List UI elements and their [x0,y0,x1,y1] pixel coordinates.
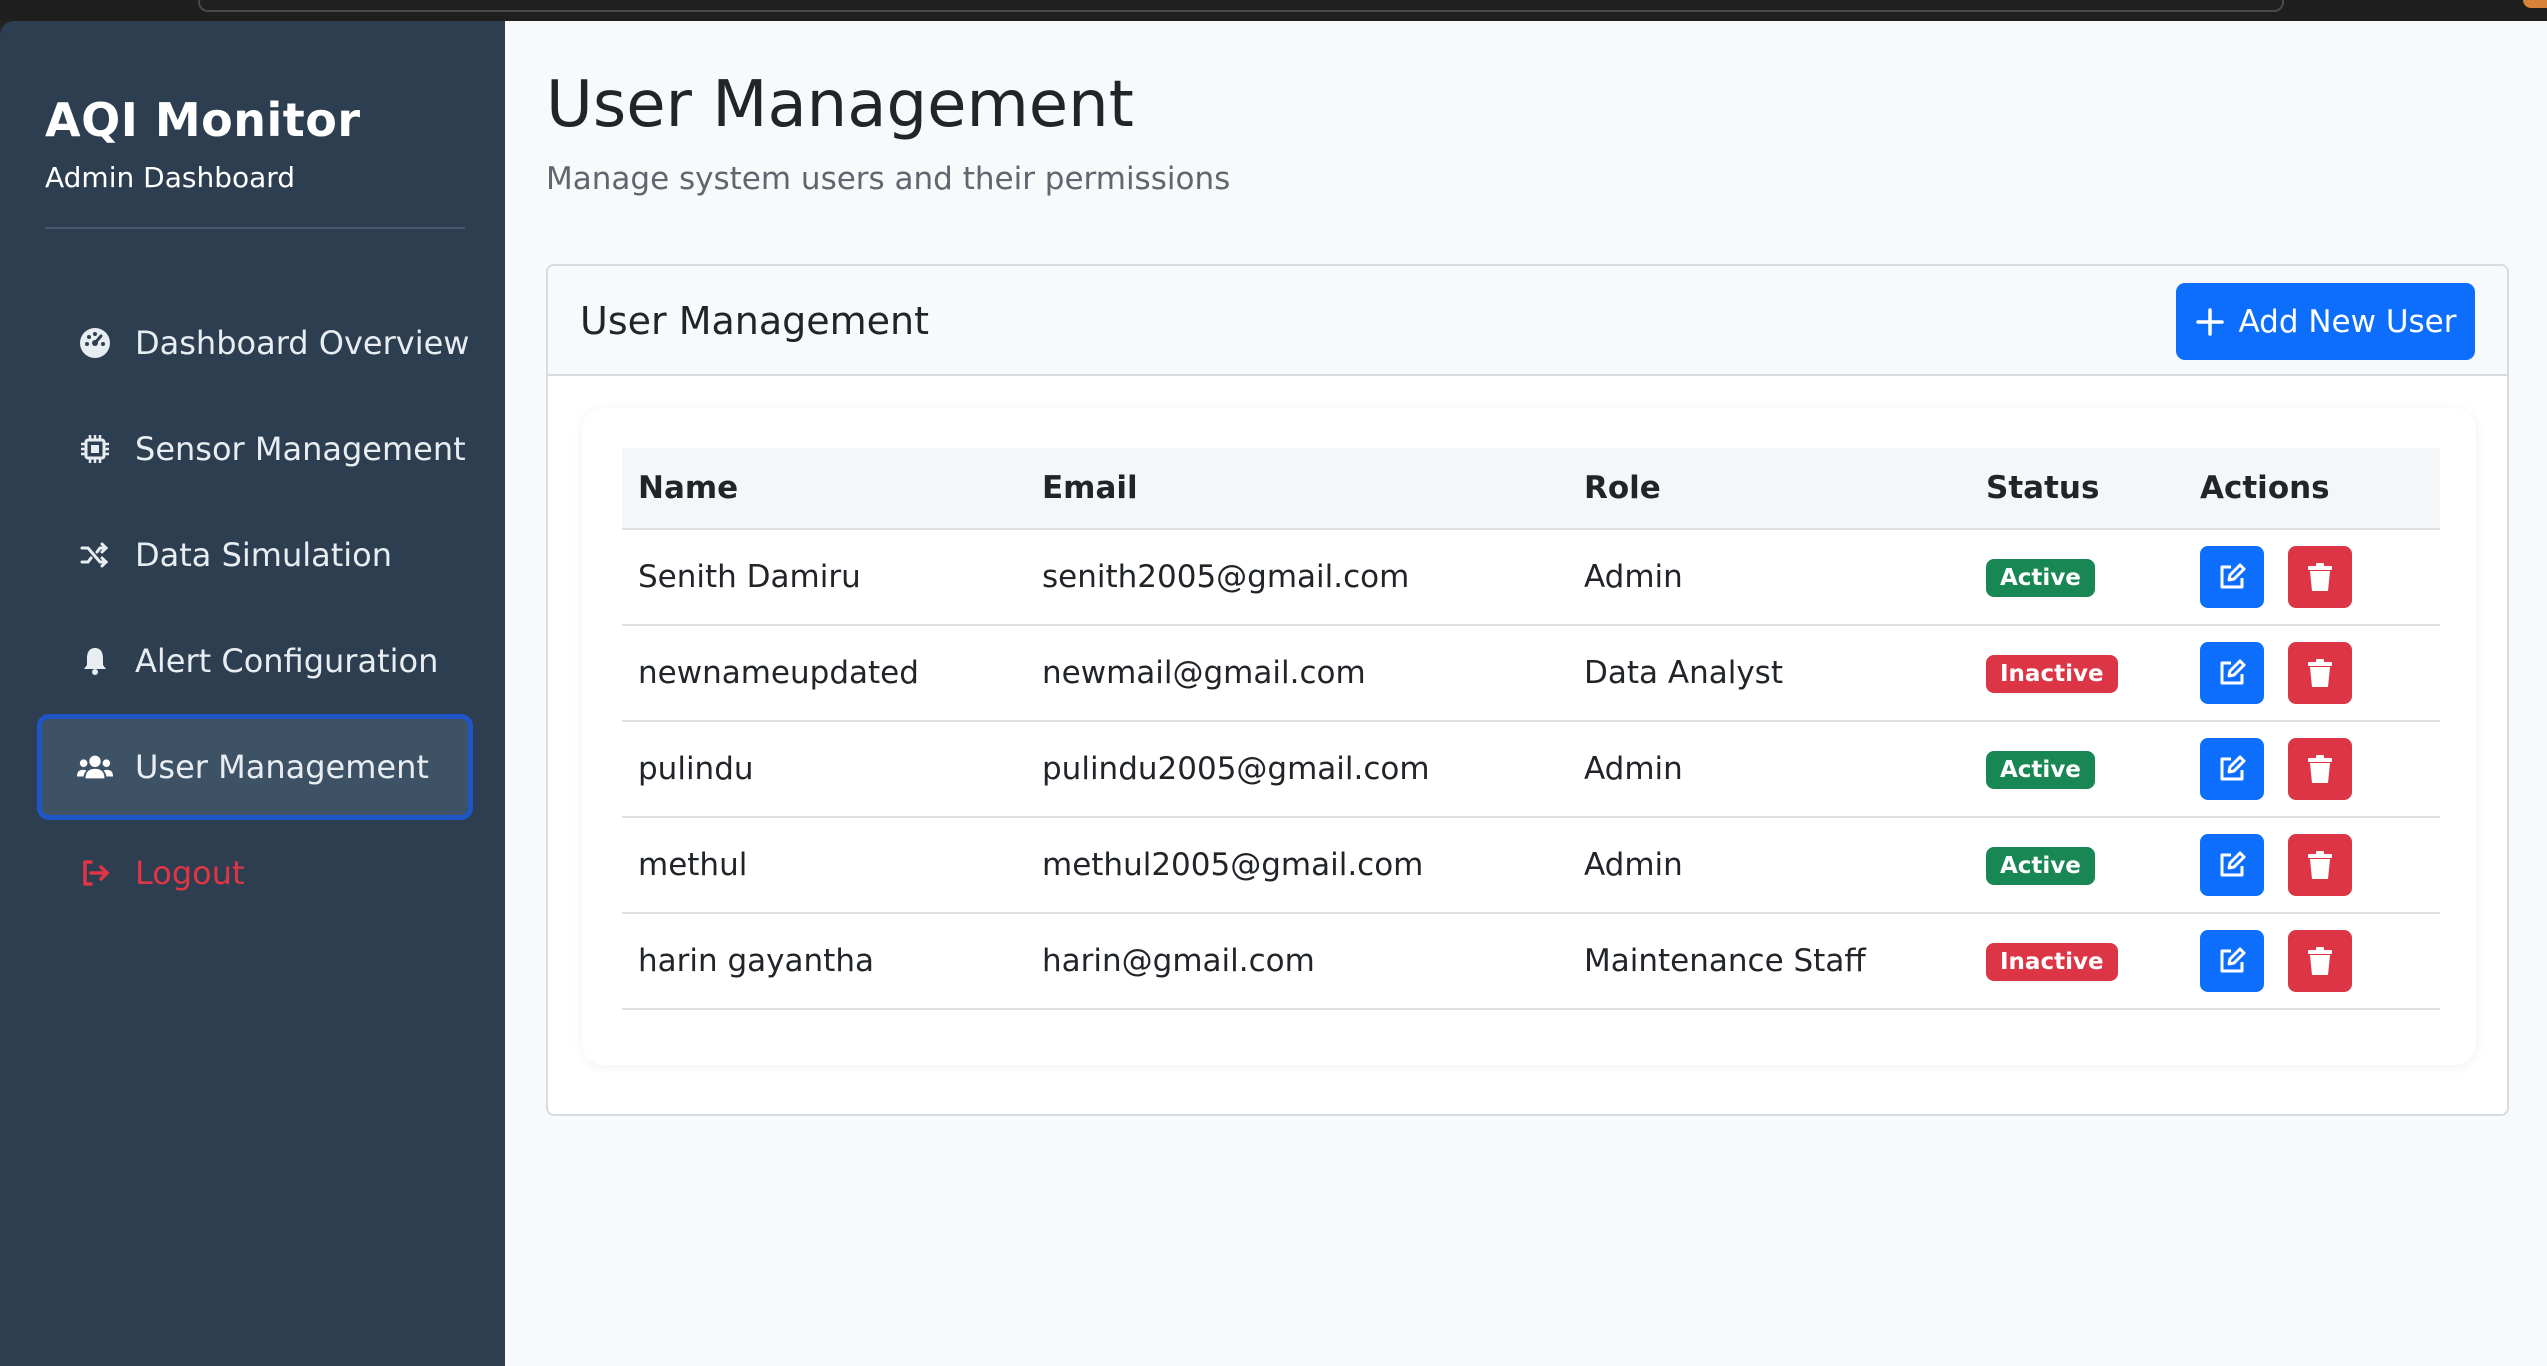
user-name: harin gayantha [638,943,874,979]
card-header: User Management Add New User [548,266,2507,376]
users-table: Name Email Role Status Actions Senith Da… [622,448,2440,1010]
edit-button[interactable] [2200,546,2264,608]
user-email: harin@gmail.com [1042,943,1315,979]
sidebar-item-label: Sensor Management [135,430,466,468]
user-name: pulindu [638,751,754,787]
row-actions [2200,834,2440,896]
user-role: Admin [1584,751,1683,787]
user-role: Maintenance Staff [1584,943,1866,979]
row-actions [2200,642,2440,704]
user-name: Senith Damiru [638,559,861,595]
trash-icon [2308,947,2332,975]
sidebar-nav: Dashboard Overview Sensor Management Dat… [37,290,473,926]
table-row: newnameupdated newmail@gmail.com Data An… [622,625,2440,721]
sidebar-item-label: Logout [135,854,245,892]
edit-icon [2220,947,2246,973]
app-subtitle: Admin Dashboard [45,161,296,194]
trash-icon [2308,755,2332,783]
edit-button[interactable] [2200,738,2264,800]
delete-button[interactable] [2288,738,2352,800]
card-title: User Management [580,299,930,343]
sidebar-item-dashboard-overview[interactable]: Dashboard Overview [37,290,473,396]
main-content: User Management Manage system users and … [505,21,2547,1366]
user-name: newnameupdated [638,655,919,691]
page-subtitle: Manage system users and their permission… [546,161,1231,197]
sidebar-item-sensor-management[interactable]: Sensor Management [37,396,473,502]
app-root: AQI Monitor Admin Dashboard Dashboard Ov… [0,21,2547,1366]
column-header-actions: Actions [2200,470,2330,506]
brand: AQI Monitor Admin Dashboard [45,93,361,194]
edit-button[interactable] [2200,642,2264,704]
trash-icon [2308,659,2332,687]
trash-icon [2308,851,2332,879]
shuffle-icon [77,537,113,573]
user-role: Admin [1584,847,1683,883]
row-actions [2200,930,2440,992]
users-icon [77,749,113,785]
tachometer-icon [77,325,113,361]
sidebar-item-label: Data Simulation [135,536,393,574]
user-email: newmail@gmail.com [1042,655,1366,691]
edit-icon [2220,563,2246,589]
sidebar: AQI Monitor Admin Dashboard Dashboard Ov… [0,21,505,1366]
column-header-name: Name [638,470,739,506]
user-role: Data Analyst [1584,655,1783,691]
sidebar-item-label: Dashboard Overview [135,324,470,362]
bell-icon [77,643,113,679]
status-badge: Active [1986,847,2095,885]
table-row: harin gayantha harin@gmail.com Maintenan… [622,913,2440,1009]
sidebar-item-user-management[interactable]: User Management [37,714,473,820]
app-title: AQI Monitor [45,93,361,147]
edit-icon [2220,755,2246,781]
user-name: methul [638,847,748,883]
delete-button[interactable] [2288,642,2352,704]
chip-icon [77,431,113,467]
user-email: methul2005@gmail.com [1042,847,1424,883]
sidebar-item-alert-configuration[interactable]: Alert Configuration [37,608,473,714]
logout-icon [77,855,113,891]
status-badge: Inactive [1986,655,2118,693]
user-role: Admin [1584,559,1683,595]
trash-icon [2308,563,2332,591]
table-row: Senith Damiru senith2005@gmail.com Admin… [622,529,2440,625]
user-email: pulindu2005@gmail.com [1042,751,1430,787]
address-bar[interactable] [198,0,2284,12]
column-header-email: Email [1042,470,1138,506]
table-row: methul methul2005@gmail.com Admin Active [622,817,2440,913]
sidebar-item-logout[interactable]: Logout [37,820,473,926]
column-header-role: Role [1584,470,1661,506]
sidebar-item-label: User Management [135,748,429,786]
edit-button[interactable] [2200,834,2264,896]
table-row: pulindu pulindu2005@gmail.com Admin Acti… [622,721,2440,817]
sidebar-divider [45,227,465,229]
table-header-row: Name Email Role Status Actions [622,448,2440,529]
page-title: User Management [546,68,1134,142]
users-table-container: Name Email Role Status Actions Senith Da… [582,408,2476,1065]
add-user-label: Add New User [2238,303,2457,340]
status-badge: Active [1986,751,2095,789]
status-badge: Inactive [1986,943,2118,981]
browser-indicator [2523,0,2547,8]
plus-icon [2195,307,2224,336]
add-user-button[interactable]: Add New User [2176,283,2475,360]
user-email: senith2005@gmail.com [1042,559,1410,595]
user-management-card: User Management Add New User Name Email … [546,264,2509,1116]
column-header-status: Status [1986,470,2100,506]
row-actions [2200,738,2440,800]
edit-button[interactable] [2200,930,2264,992]
sidebar-item-data-simulation[interactable]: Data Simulation [37,502,473,608]
delete-button[interactable] [2288,546,2352,608]
edit-icon [2220,659,2246,685]
sidebar-item-label: Alert Configuration [135,642,439,680]
edit-icon [2220,851,2246,877]
status-badge: Active [1986,559,2095,597]
row-actions [2200,546,2440,608]
delete-button[interactable] [2288,930,2352,992]
browser-top-strip [0,0,2547,21]
delete-button[interactable] [2288,834,2352,896]
